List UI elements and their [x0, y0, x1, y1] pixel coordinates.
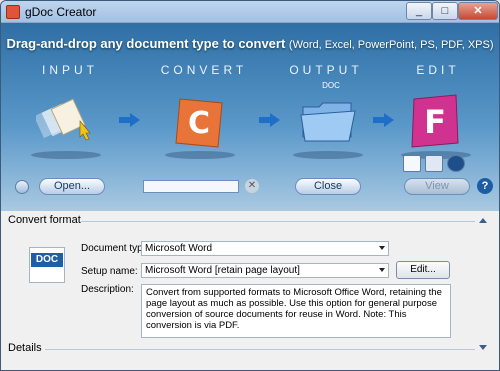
step-convert-label: CONVERT [160, 63, 248, 77]
description-label: Description: [81, 284, 134, 295]
description-box: Convert from supported formats to Micros… [141, 284, 451, 338]
input-shadow [31, 151, 101, 159]
section-divider [81, 221, 475, 222]
document-type-value: Microsoft Word [145, 243, 213, 254]
foxit-edit-icon[interactable]: F [408, 93, 462, 149]
setup-name-value: Microsoft Word [retain page layout] [145, 265, 300, 276]
setup-name-select[interactable]: Microsoft Word [retain page layout] [141, 263, 389, 278]
arrow-right-icon [373, 113, 395, 127]
headline-formats: (Word, Excel, PowerPoint, PS, PDF, XPS) [288, 39, 494, 51]
view-button[interactable]: View [404, 178, 470, 195]
clear-icon[interactable]: ✕ [245, 179, 259, 193]
title-bar: gDoc Creator _ □ ✕ [1, 1, 499, 23]
spreadsheet-format-icon[interactable] [425, 155, 443, 172]
chevron-down-icon [379, 246, 385, 250]
settings-circle-icon[interactable] [15, 180, 29, 194]
chevron-down-icon [379, 268, 385, 272]
progress-bar [143, 180, 239, 193]
arrow-right-icon [259, 113, 281, 127]
app-window: gDoc Creator _ □ ✕ Drag-and-drop any doc… [0, 0, 500, 371]
window-title: gDoc Creator [25, 5, 97, 19]
doc-icon-label: DOC [31, 253, 63, 267]
chevron-down-icon[interactable] [479, 345, 487, 350]
document-type-select[interactable]: Microsoft Word [141, 241, 389, 256]
step-input-label: INPUT [42, 63, 98, 77]
close-window-button[interactable]: ✕ [458, 2, 498, 20]
options-panel: Convert format DOC Document type: Micros… [1, 211, 499, 370]
drop-document-icon[interactable] [36, 91, 96, 147]
convert-format-title: Convert format [8, 214, 81, 226]
setup-name-label: Setup name: [81, 266, 138, 277]
output-format-label: DOC [322, 81, 340, 90]
convert-shadow [165, 151, 235, 159]
conversion-banner: Drag-and-drop any document type to conve… [1, 23, 499, 211]
folder-icon[interactable] [299, 97, 357, 145]
convert-icon[interactable]: C [172, 95, 226, 151]
step-edit-label: EDIT [416, 63, 460, 77]
edit-letter: F [424, 103, 446, 141]
section-divider [45, 349, 475, 350]
headline-text: Drag-and-drop any document type to conve… [6, 36, 286, 51]
doc-format-icon[interactable] [403, 155, 421, 172]
web-format-icon[interactable] [447, 155, 465, 172]
edit-setup-button[interactable]: Edit... [396, 261, 450, 279]
close-button[interactable]: Close [295, 178, 361, 195]
chevron-up-icon[interactable] [479, 218, 487, 223]
maximize-button[interactable]: □ [432, 2, 458, 20]
app-icon [6, 5, 20, 19]
banner-headline: Drag-and-drop any document type to conve… [1, 36, 499, 51]
arrow-right-icon [119, 113, 141, 127]
action-toolbar: Open... ✕ Close View ? [1, 173, 499, 203]
step-output-label: OUTPUT [289, 63, 363, 77]
minimize-button[interactable]: _ [406, 2, 432, 20]
output-shadow [293, 151, 363, 159]
convert-letter: C [188, 106, 210, 141]
details-title: Details [8, 342, 42, 354]
help-icon[interactable]: ? [477, 178, 493, 194]
open-button[interactable]: Open... [39, 178, 105, 195]
